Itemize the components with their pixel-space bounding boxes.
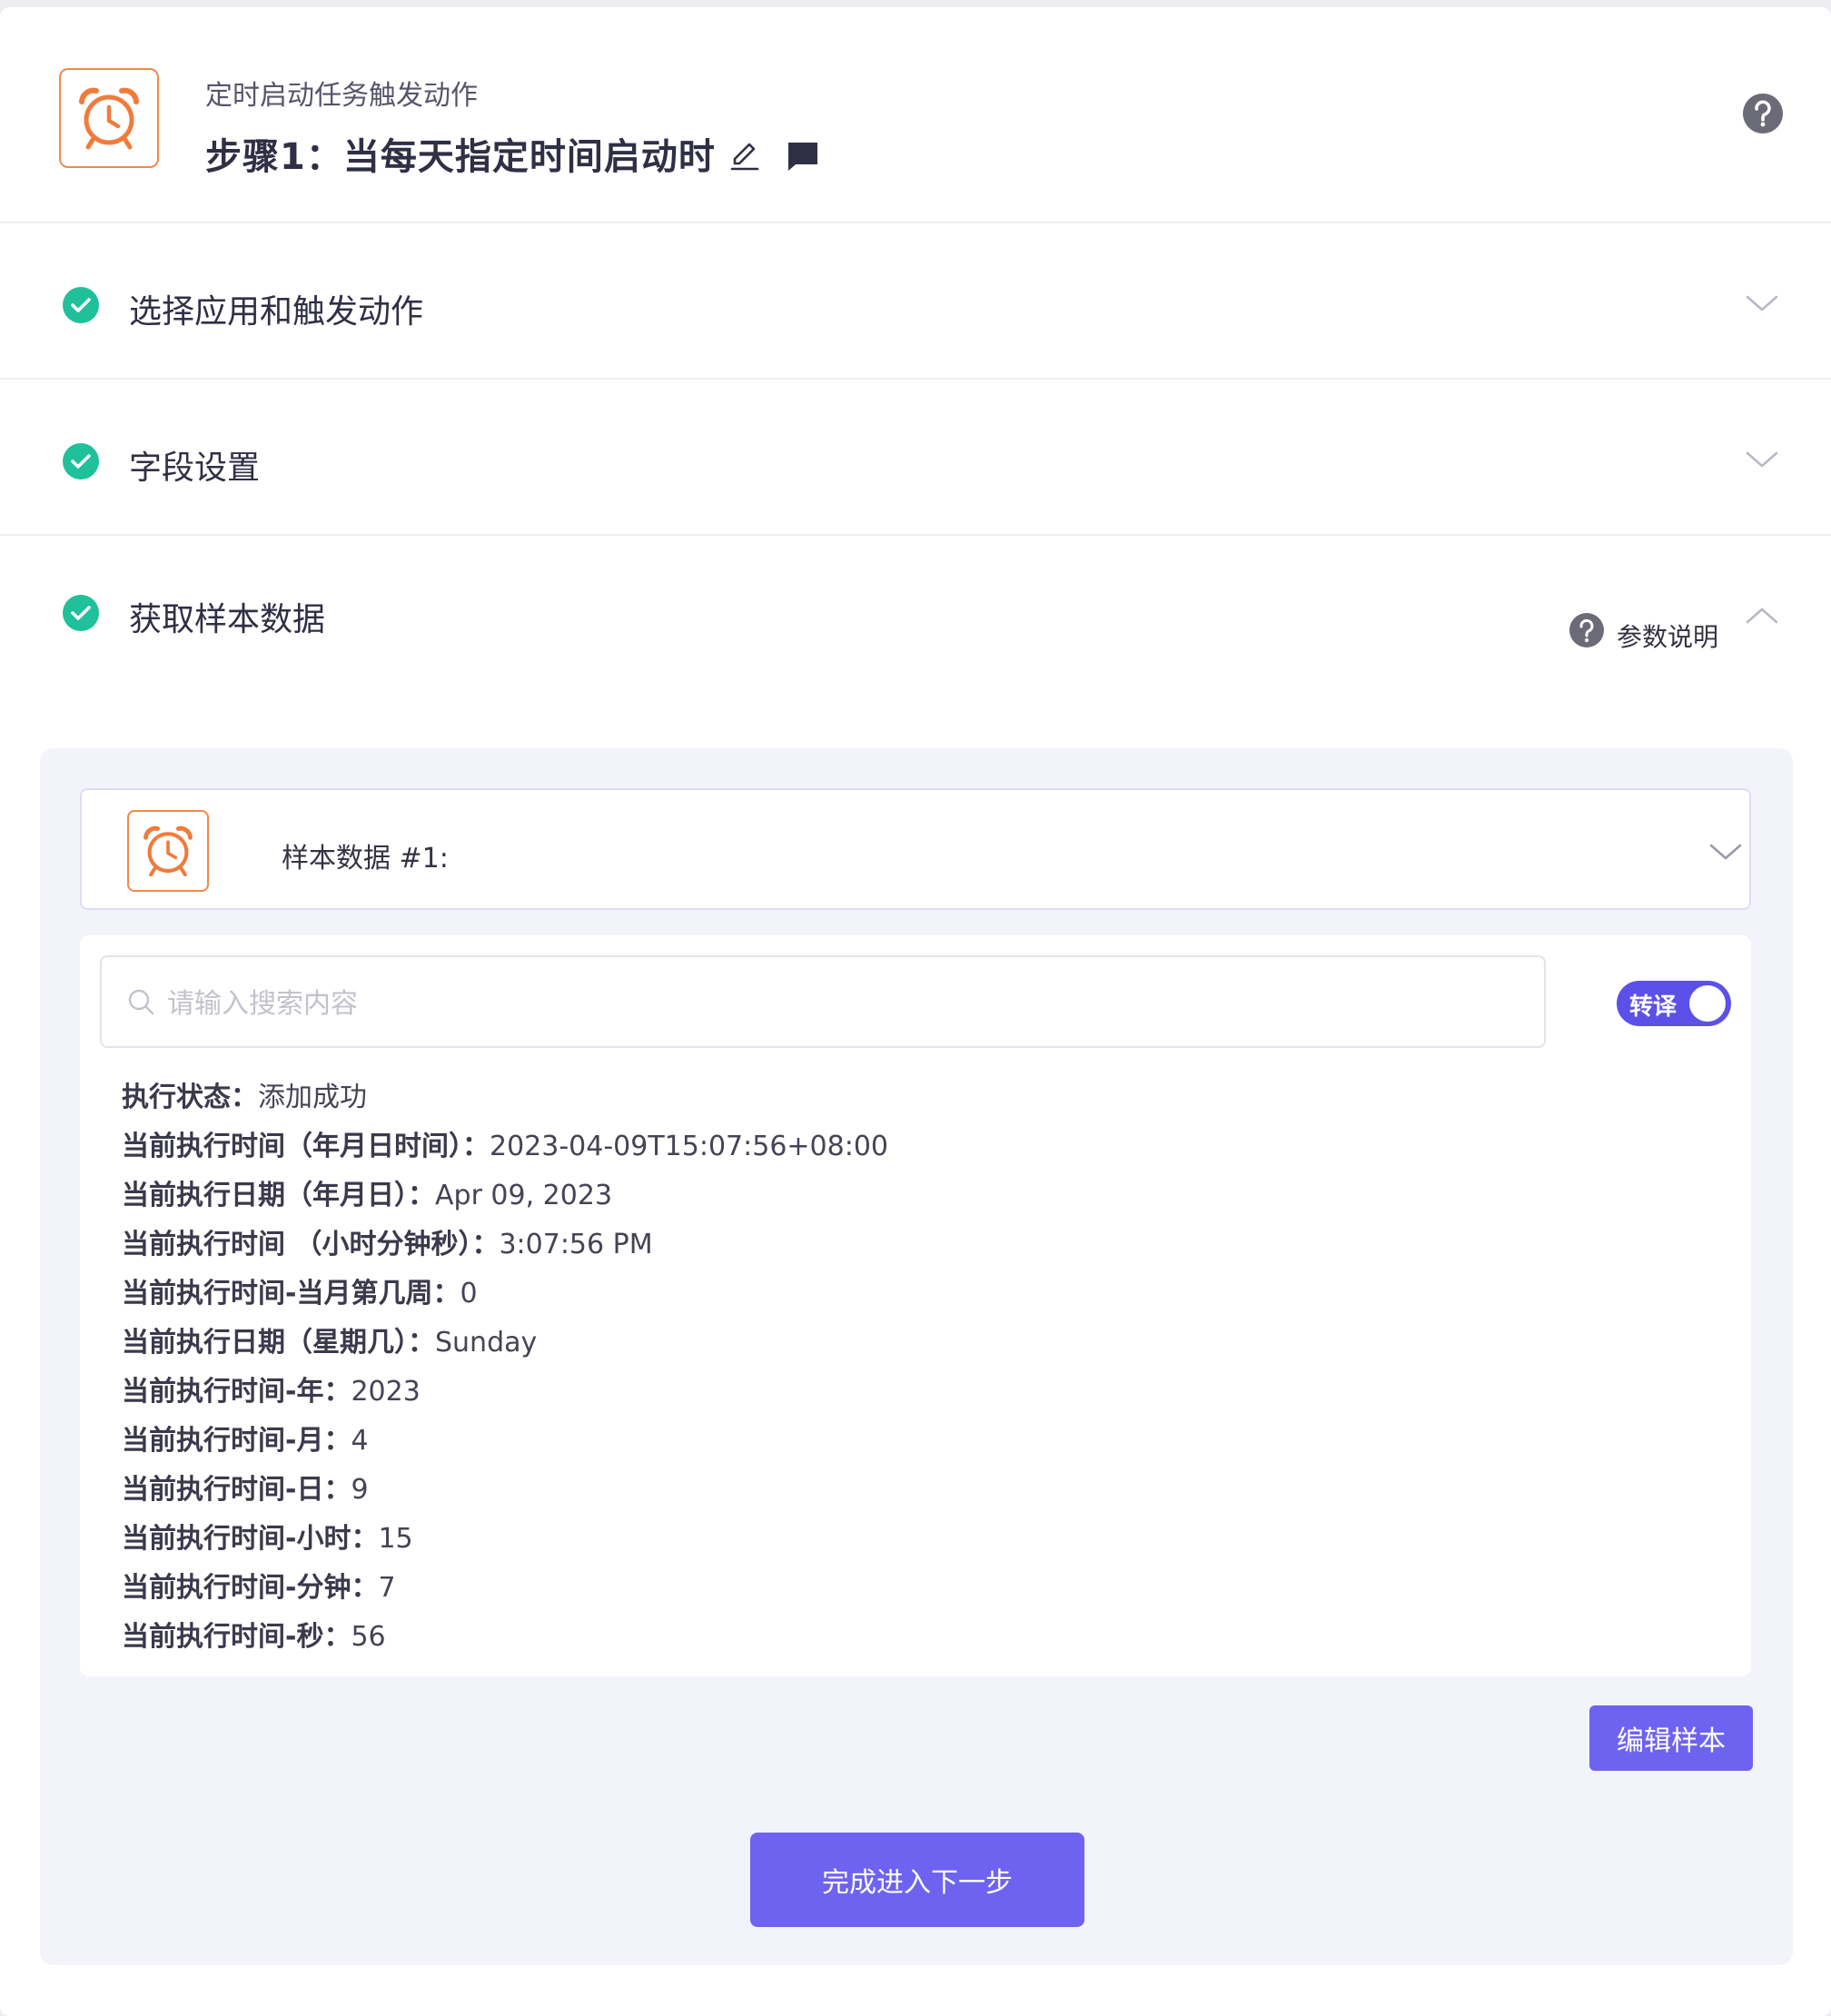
sample-data-panel: 转译 执行状态：添加成功 当前执行时间（年月日时间）：2023-04-09T15… [80, 935, 1751, 1676]
search-input[interactable] [165, 975, 1440, 1032]
field-key: 当前执行时间-当月第几周： [122, 1278, 460, 1309]
list-item: 执行状态：添加成功 [122, 1073, 888, 1122]
search-icon [128, 989, 154, 1015]
list-item: 当前执行时间-日：9 [122, 1466, 888, 1515]
field-key: 当前执行时间 （小时分钟秒）： [122, 1229, 500, 1260]
alarm-clock-icon [144, 825, 193, 877]
edit-sample-button[interactable]: 编辑样本 [1589, 1705, 1753, 1771]
param-description-link[interactable]: 参数说明 [1617, 618, 1718, 654]
field-value: 15 [378, 1523, 413, 1555]
chevron-down-icon[interactable] [1707, 834, 1744, 870]
field-key: 当前执行日期（星期几）： [122, 1327, 435, 1359]
field-key: 当前执行时间（年月日时间）： [122, 1131, 490, 1162]
check-circle-icon [63, 595, 99, 631]
toggle-label: 转译 [1629, 993, 1678, 1021]
sample-selector[interactable]: 样本数据 #1: [80, 788, 1751, 910]
section-select-app[interactable]: 选择应用和触发动作 [0, 223, 1831, 380]
toggle-knob [1689, 985, 1726, 1022]
chevron-down-icon[interactable] [1744, 285, 1780, 321]
section-field-settings[interactable]: 字段设置 [0, 380, 1831, 536]
list-item: 当前执行时间-小时：15 [122, 1515, 888, 1564]
sample-data-area: 样本数据 #1: 转译 执行状态：添加成功 当前执行时间（年月日时间）：2023… [40, 748, 1793, 1965]
list-item: 当前执行日期（年月日）：Apr 09, 2023 [122, 1171, 888, 1220]
chevron-up-icon[interactable] [1744, 598, 1780, 634]
alarm-clock-logo [59, 68, 159, 168]
field-value: 9 [351, 1474, 369, 1506]
field-value: 2023-04-09T15:07:56+08:00 [490, 1131, 888, 1162]
section-label: 选择应用和触发动作 [129, 293, 424, 331]
alarm-clock-icon [79, 87, 139, 150]
chevron-down-icon[interactable] [1744, 441, 1780, 478]
field-value: 2023 [351, 1376, 421, 1408]
field-key: 当前执行日期（年月日）： [122, 1180, 435, 1211]
check-circle-icon [63, 443, 99, 479]
step-title: 步骤1：当每天指定时间启动时 [205, 136, 716, 178]
list-item: 当前执行时间-秒：56 [122, 1613, 888, 1662]
question-circle-icon[interactable] [1569, 612, 1605, 648]
next-step-button[interactable]: 完成进入下一步 [750, 1833, 1084, 1927]
field-key: 当前执行时间-月： [122, 1425, 351, 1457]
field-key: 当前执行时间-小时： [122, 1523, 379, 1555]
field-value: Sunday [435, 1327, 538, 1359]
list-item: 当前执行时间-当月第几周：0 [122, 1270, 888, 1319]
pencil-icon[interactable] [727, 137, 763, 173]
section-label-sample-data[interactable]: 获取样本数据 [129, 593, 325, 640]
list-item: 当前执行时间-月：4 [122, 1417, 888, 1466]
field-key: 当前执行时间-日： [122, 1474, 351, 1506]
alarm-clock-logo [127, 810, 209, 892]
field-value: 3:07:56 PM [499, 1229, 653, 1260]
field-value: 7 [378, 1572, 396, 1604]
question-circle-icon[interactable] [1742, 93, 1784, 134]
list-item: 当前执行时间（年月日时间）：2023-04-09T15:07:56+08:00 [122, 1122, 888, 1171]
sample-data-list: 执行状态：添加成功 当前执行时间（年月日时间）：2023-04-09T15:07… [122, 1073, 888, 1662]
search-box[interactable] [100, 955, 1546, 1048]
step-header: 定时启动任务触发动作 步骤1：当每天指定时间启动时 [0, 7, 1831, 223]
sample-label: 样本数据 #1: [282, 843, 449, 875]
field-value: 4 [351, 1425, 369, 1457]
check-circle-icon [63, 287, 99, 323]
list-item: 当前执行时间-年：2023 [122, 1368, 888, 1417]
field-key: 执行状态： [122, 1082, 258, 1113]
translate-toggle[interactable]: 转译 [1617, 981, 1731, 1026]
field-key: 当前执行时间-分钟： [122, 1572, 379, 1604]
trigger-step-panel: 定时启动任务触发动作 步骤1：当每天指定时间启动时 选择应用和触发动作 字段设置… [0, 7, 1831, 2016]
trigger-subtitle: 定时启动任务触发动作 [205, 80, 478, 112]
list-item: 当前执行时间-分钟：7 [122, 1564, 888, 1613]
field-value: 添加成功 [258, 1082, 367, 1113]
field-value: 0 [460, 1278, 478, 1309]
field-key: 当前执行时间-秒： [122, 1621, 351, 1653]
field-value: 56 [351, 1621, 386, 1653]
comment-icon[interactable] [785, 137, 821, 173]
list-item: 当前执行时间 （小时分钟秒）：3:07:56 PM [122, 1220, 888, 1270]
list-item: 当前执行日期（星期几）：Sunday [122, 1319, 888, 1368]
field-value: Apr 09, 2023 [435, 1180, 613, 1211]
section-label: 字段设置 [129, 450, 261, 487]
field-key: 当前执行时间-年： [122, 1376, 351, 1408]
